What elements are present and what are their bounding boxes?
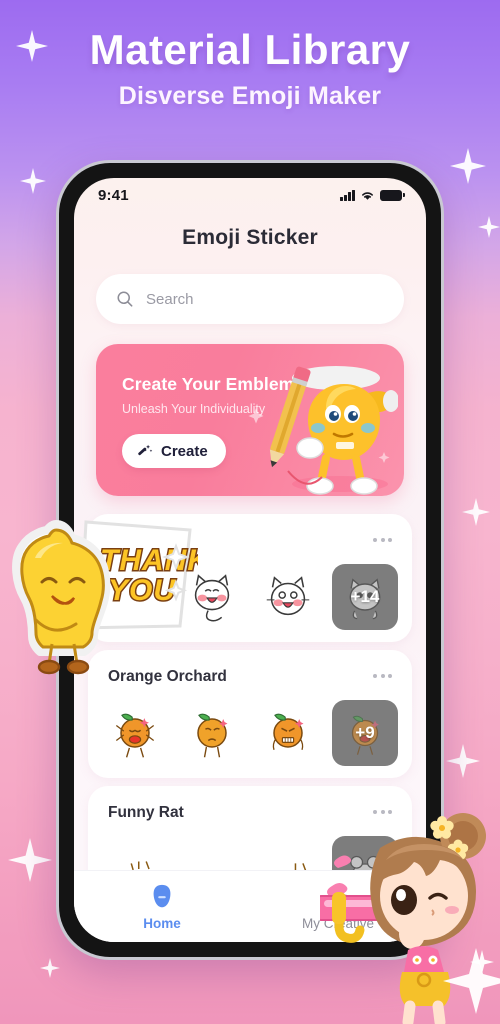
sticker-item[interactable]: [102, 564, 168, 630]
sticker-pack-title: Orange Orchard: [108, 668, 227, 685]
more-options-icon[interactable]: [373, 538, 392, 542]
phone-bezel: 9:41 Emoji Sticker Search Create Your Em…: [59, 163, 441, 957]
cat-sticker-1: [113, 576, 157, 616]
sparkle-icon: [20, 168, 46, 194]
cellular-signal-icon: [340, 189, 355, 201]
sticker-row: +14: [102, 564, 398, 630]
home-icon: [153, 884, 171, 907]
more-options-icon[interactable]: [373, 674, 392, 678]
orange-sticker-1: [115, 713, 155, 758]
more-options-icon[interactable]: [373, 810, 392, 814]
sticker-pack-card[interactable]: +14: [88, 514, 412, 642]
sparkle-icon: [470, 950, 494, 974]
tab-home-label: Home: [143, 915, 181, 931]
sticker-item[interactable]: [255, 564, 321, 630]
sticker-item[interactable]: [102, 700, 168, 766]
tab-my-creative-label: My Creative: [301, 915, 374, 931]
orange-sticker-3: [273, 713, 304, 751]
wifi-icon: [362, 191, 373, 200]
sticker-more-button[interactable]: +14: [331, 564, 398, 630]
create-button-label: Create: [161, 442, 208, 460]
sparkle-icon: [8, 838, 52, 882]
sparkle-icon: [450, 148, 486, 184]
banner-mascot-icon: [248, 366, 398, 495]
sticker-item[interactable]: [179, 700, 245, 766]
search-input[interactable]: Search: [96, 274, 404, 324]
page-subtitle: Disverse Emoji Maker: [118, 82, 382, 111]
sparkle-icon: [478, 216, 500, 238]
sticker-item[interactable]: [255, 700, 321, 766]
cat-sticker-2: [194, 574, 229, 622]
sticker-more-button[interactable]: +9: [331, 700, 398, 766]
sparkle-icon: [462, 498, 490, 526]
status-bar: 9:41: [74, 178, 426, 212]
tab-home[interactable]: Home: [74, 871, 250, 942]
sticker-pack-card[interactable]: Orange Orchard +9: [88, 650, 412, 778]
cat-sticker-3: [267, 576, 310, 616]
sticker-more-count: +9: [355, 723, 375, 742]
sticker-row: +9: [102, 700, 398, 766]
search-placeholder: Search: [146, 290, 194, 308]
status-indicators: [340, 189, 405, 201]
app-title: Emoji Sticker: [182, 226, 318, 249]
battery-full-icon: [380, 189, 405, 201]
sticker-item[interactable]: [179, 564, 245, 630]
phone-mockup: 9:41 Emoji Sticker Search Create Your Em…: [56, 160, 444, 960]
page-title: Material Library: [89, 26, 411, 73]
status-time: 9:41: [98, 186, 129, 204]
magic-wand-icon: [138, 444, 153, 455]
tab-my-creative[interactable]: My Creative: [250, 871, 426, 942]
magic-star-icon: [327, 885, 351, 906]
bottom-tab-bar: Home My Creative: [74, 870, 426, 942]
phone-screen: 9:41 Emoji Sticker Search Create Your Em…: [74, 178, 426, 942]
orange-sticker-2: [196, 713, 228, 758]
create-button[interactable]: Create: [122, 434, 226, 468]
sparkle-icon: [40, 958, 60, 978]
sparkle-icon: [446, 744, 480, 778]
search-icon: [117, 291, 133, 307]
promo-header: Material Library Disverse Emoji Maker: [0, 0, 500, 111]
sticker-pack-title: Funny Rat: [108, 804, 184, 821]
sticker-more-count: +14: [350, 587, 380, 606]
create-emblem-banner[interactable]: Create Your Emblem Unleash Your Individu…: [96, 344, 404, 496]
banner-subtitle: Unleash Your Individuality: [122, 402, 266, 416]
